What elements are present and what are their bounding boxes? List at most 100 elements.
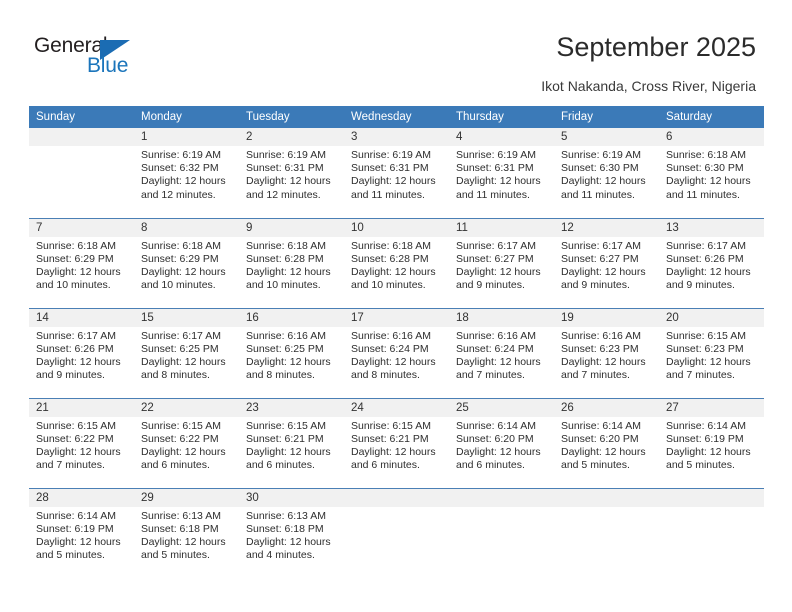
sunset-text: Sunset: 6:32 PM [141,162,219,175]
daylight-text: Daylight: 12 hours and 6 minutes. [246,445,331,472]
calendar-day-cell[interactable]: 18 Sunrise: 6:16 AM Sunset: 6:24 PM Dayligh… [449,307,554,398]
calendar-day-cell[interactable]: 25 Sunrise: 6:14 AM Sunset: 6:20 PM Dayligh… [449,397,554,488]
sun-times-info: Sunrise: 6:17 AM Sunset: 6:26 PM Daylight:… [29,327,134,383]
sunrise-text: Sunrise: 6:17 AM [561,239,641,252]
daylight-text: Daylight: 12 hours and 7 minutes. [36,445,121,472]
calendar-day-cell[interactable]: 23 Sunrise: 6:15 AM Sunset: 6:21 PM Dayligh… [239,397,344,488]
calendar-day-cell[interactable]: 30 Sunrise: 6:13 AM Sunset: 6:18 PM Dayligh… [239,487,344,578]
sunrise-text: Sunrise: 6:14 AM [561,419,641,432]
calendar-day-cell[interactable]: 24 Sunrise: 6:15 AM Sunset: 6:21 PM Dayligh… [344,397,449,488]
sun-times-info: Sunrise: 6:15 AM Sunset: 6:21 PM Daylight:… [344,417,449,473]
sunrise-text: Sunrise: 6:17 AM [666,239,746,252]
calendar-day-cell[interactable]: 14 Sunrise: 6:17 AM Sunset: 6:26 PM Dayligh… [29,307,134,398]
sunrise-text: Sunrise: 6:18 AM [351,239,431,252]
calendar-day-cell[interactable]: 4 Sunrise: 6:19 AM Sunset: 6:31 PM Daylight… [449,128,554,218]
sunset-text: Sunset: 6:22 PM [36,432,114,445]
sunrise-text: Sunrise: 6:19 AM [246,149,326,161]
calendar-day-cell[interactable]: 13 Sunrise: 6:17 AM Sunset: 6:26 PM Dayligh… [659,217,764,308]
calendar-day-cell[interactable]: 2 Sunrise: 6:19 AM Sunset: 6:31 PM Daylight… [239,128,344,218]
sun-times-info: Sunrise: 6:17 AM Sunset: 6:26 PM Daylight:… [659,237,764,293]
sunrise-text: Sunrise: 6:15 AM [36,419,116,432]
calendar-day-number: 15 [134,308,239,327]
calendar-day-number: 17 [344,308,449,327]
weekday-header-monday: Monday [134,106,239,128]
calendar-day-number: 11 [449,218,554,237]
calendar-day-cell[interactable]: 19 Sunrise: 6:16 AM Sunset: 6:23 PM Dayligh… [554,307,659,398]
sun-times-info: Sunrise: 6:18 AM Sunset: 6:29 PM Daylight:… [29,237,134,293]
calendar-cell-empty [659,487,764,578]
calendar-day-number: 5 [554,128,659,146]
sunrise-text: Sunrise: 6:15 AM [141,419,221,432]
weekday-header-friday: Friday [554,106,659,128]
daylight-text: Daylight: 12 hours and 8 minutes. [351,355,436,382]
calendar-day-cell[interactable]: 21 Sunrise: 6:15 AM Sunset: 6:22 PM Dayligh… [29,397,134,488]
sunset-text: Sunset: 6:24 PM [456,342,534,355]
daylight-text: Daylight: 12 hours and 10 minutes. [246,265,331,292]
sunset-text: Sunset: 6:25 PM [246,342,324,355]
sunset-text: Sunset: 6:22 PM [141,432,219,445]
calendar-cell-empty [449,487,554,578]
sunrise-text: Sunrise: 6:15 AM [246,419,326,432]
daylight-text: Daylight: 12 hours and 6 minutes. [351,445,436,472]
calendar-day-cell[interactable]: 10 Sunrise: 6:18 AM Sunset: 6:28 PM Dayligh… [344,217,449,308]
sunrise-text: Sunrise: 6:16 AM [561,329,641,342]
sun-times-info: Sunrise: 6:14 AM Sunset: 6:20 PM Daylight:… [554,417,659,473]
sunset-text: Sunset: 6:28 PM [351,252,429,265]
calendar-day-cell[interactable]: 6 Sunrise: 6:18 AM Sunset: 6:30 PM Daylight… [659,128,764,218]
calendar-day-cell[interactable]: 16 Sunrise: 6:16 AM Sunset: 6:25 PM Dayligh… [239,307,344,398]
sunrise-text: Sunrise: 6:13 AM [246,509,326,522]
sunset-text: Sunset: 6:19 PM [36,522,114,535]
sunset-text: Sunset: 6:26 PM [666,252,744,265]
calendar-cell-empty [344,487,449,578]
brand-logo[interactable]: General Blue [34,34,154,82]
sunrise-text: Sunrise: 6:17 AM [36,329,116,342]
calendar-day-cell[interactable]: 20 Sunrise: 6:15 AM Sunset: 6:23 PM Dayligh… [659,307,764,398]
calendar-day-number: 27 [659,398,764,417]
calendar-day-cell[interactable]: 15 Sunrise: 6:17 AM Sunset: 6:25 PM Dayligh… [134,307,239,398]
calendar-day-cell[interactable]: 11 Sunrise: 6:17 AM Sunset: 6:27 PM Dayligh… [449,217,554,308]
sunset-text: Sunset: 6:29 PM [141,252,219,265]
weekday-header-row: Sunday Monday Tuesday Wednesday Thursday… [29,106,764,128]
calendar-week-row: 14 Sunrise: 6:17 AM Sunset: 6:26 PM Dayligh… [29,307,764,398]
sunrise-text: Sunrise: 6:17 AM [456,239,536,252]
sun-times-info: Sunrise: 6:15 AM Sunset: 6:23 PM Daylight:… [659,327,764,383]
calendar-day-cell[interactable]: 27 Sunrise: 6:14 AM Sunset: 6:19 PM Dayligh… [659,397,764,488]
calendar-day-cell[interactable]: 26 Sunrise: 6:14 AM Sunset: 6:20 PM Dayligh… [554,397,659,488]
sunrise-text: Sunrise: 6:19 AM [141,149,221,161]
daylight-text: Daylight: 12 hours and 10 minutes. [36,265,121,292]
calendar-day-cell[interactable]: 22 Sunrise: 6:15 AM Sunset: 6:22 PM Dayligh… [134,397,239,488]
calendar-day-cell[interactable]: 3 Sunrise: 6:19 AM Sunset: 6:31 PM Daylight… [344,128,449,218]
calendar-day-cell[interactable]: 1 Sunrise: 6:19 AM Sunset: 6:32 PM Daylight… [134,128,239,218]
sun-times-info: Sunrise: 6:13 AM Sunset: 6:18 PM Daylight:… [239,507,344,563]
calendar-day-cell[interactable]: 28 Sunrise: 6:14 AM Sunset: 6:19 PM Dayligh… [29,487,134,578]
calendar-day-number: 13 [659,218,764,237]
calendar-day-cell[interactable]: 12 Sunrise: 6:17 AM Sunset: 6:27 PM Dayligh… [554,217,659,308]
daylight-text: Daylight: 12 hours and 5 minutes. [36,535,121,562]
sunset-text: Sunset: 6:31 PM [246,162,324,175]
sun-times-info: Sunrise: 6:15 AM Sunset: 6:21 PM Daylight:… [239,417,344,473]
calendar-day-cell[interactable]: 9 Sunrise: 6:18 AM Sunset: 6:28 PM Daylight… [239,217,344,308]
calendar-day-cell[interactable]: 7 Sunrise: 6:18 AM Sunset: 6:29 PM Daylight… [29,217,134,308]
daylight-text: Daylight: 12 hours and 7 minutes. [666,355,751,382]
sun-times-info: Sunrise: 6:19 AM Sunset: 6:31 PM Daylight:… [344,146,449,202]
sun-times-info: Sunrise: 6:14 AM Sunset: 6:19 PM Daylight:… [29,507,134,563]
sunrise-text: Sunrise: 6:19 AM [456,149,536,161]
weekday-header-sunday: Sunday [29,106,134,128]
daylight-text: Daylight: 12 hours and 8 minutes. [141,355,226,382]
daylight-text: Daylight: 12 hours and 5 minutes. [666,445,751,472]
calendar-day-number: 29 [134,488,239,507]
calendar-body: 1 Sunrise: 6:19 AM Sunset: 6:32 PM Daylight… [29,128,764,578]
brand-name-blue: Blue [87,54,129,77]
sun-times-info: Sunrise: 6:16 AM Sunset: 6:25 PM Daylight:… [239,327,344,383]
calendar-day-cell[interactable]: 29 Sunrise: 6:13 AM Sunset: 6:18 PM Dayligh… [134,487,239,578]
sunrise-text: Sunrise: 6:16 AM [456,329,536,342]
calendar-day-cell[interactable]: 17 Sunrise: 6:16 AM Sunset: 6:24 PM Dayligh… [344,307,449,398]
sunset-text: Sunset: 6:27 PM [456,252,534,265]
sunset-text: Sunset: 6:23 PM [666,342,744,355]
calendar-page: General Blue September 2025 Ikot Nakanda… [0,0,792,612]
calendar-day-cell[interactable]: 5 Sunrise: 6:19 AM Sunset: 6:30 PM Daylight… [554,128,659,218]
daylight-text: Daylight: 12 hours and 9 minutes. [456,265,541,292]
calendar-day-number: 24 [344,398,449,417]
calendar-day-cell[interactable]: 8 Sunrise: 6:18 AM Sunset: 6:29 PM Daylight… [134,217,239,308]
sun-times-info: Sunrise: 6:19 AM Sunset: 6:30 PM Daylight:… [554,146,659,202]
